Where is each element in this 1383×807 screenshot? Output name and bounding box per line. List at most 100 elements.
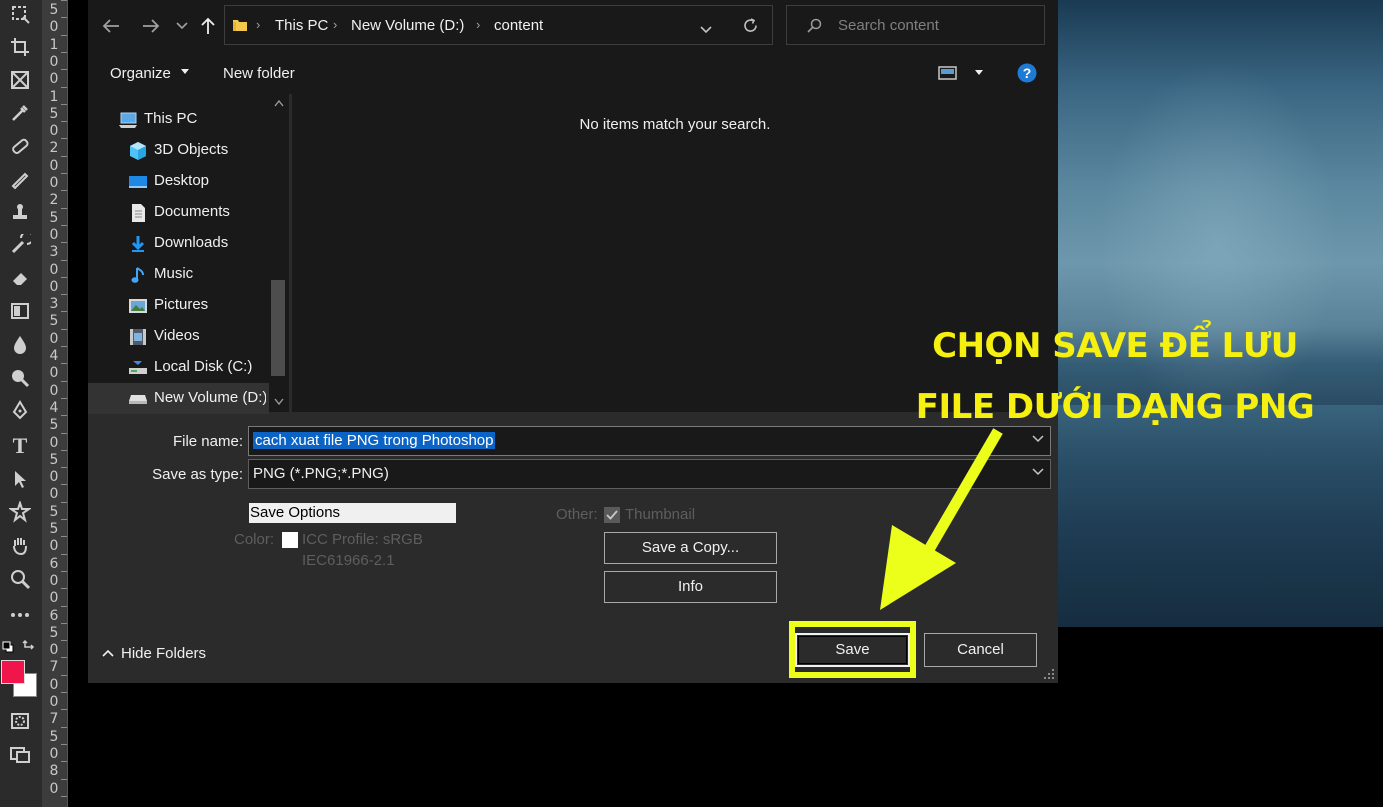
drive-icon xyxy=(128,389,148,409)
blur-tool-icon[interactable] xyxy=(5,330,35,358)
breadcrumb-separator: › xyxy=(256,17,261,32)
nav-item-videos[interactable]: Videos xyxy=(88,321,269,352)
nav-item-desktop[interactable]: Desktop xyxy=(88,166,269,197)
nav-item-downloads[interactable]: Downloads xyxy=(88,228,269,259)
hide-folders-button[interactable]: Hide Folders xyxy=(102,645,206,662)
foreground-color-swatch[interactable] xyxy=(1,660,25,684)
icc-profile-checkbox[interactable] xyxy=(282,532,298,548)
chevron-down-icon[interactable] xyxy=(1031,465,1045,479)
nav-item-documents[interactable]: Documents xyxy=(88,197,269,228)
ruler-digit: 0 xyxy=(49,694,59,710)
info-button[interactable]: Info xyxy=(604,571,777,603)
address-dropdown-icon[interactable] xyxy=(700,21,712,39)
default-colors-icon[interactable] xyxy=(2,640,14,653)
scroll-up-icon[interactable] xyxy=(274,100,284,107)
organize-button[interactable]: Organize xyxy=(110,65,190,82)
ruler-digit: 5 xyxy=(49,2,59,18)
brush-tool-icon[interactable] xyxy=(5,165,35,193)
ruler-digit: 0 xyxy=(49,71,59,88)
ruler-digit: 0 xyxy=(49,745,59,762)
quick-mask-icon[interactable] xyxy=(5,707,35,735)
refresh-icon[interactable] xyxy=(742,17,759,39)
ruler-tick xyxy=(61,103,67,105)
ruler-digit: 0 xyxy=(49,19,59,36)
eyedropper-tool-icon[interactable] xyxy=(5,99,35,127)
breadcrumb-this-pc[interactable]: This PC xyxy=(275,17,328,34)
nav-item-music[interactable]: Music xyxy=(88,259,269,290)
gradient-tool-icon[interactable] xyxy=(5,297,35,325)
ruler-digit: 0 xyxy=(49,157,59,174)
view-options-button[interactable] xyxy=(938,66,984,85)
desktop-icon xyxy=(128,172,148,192)
ruler-digit: 7 xyxy=(49,659,59,676)
nav-item-local-disk[interactable]: Local Disk (C:) xyxy=(88,352,269,383)
nav-item-new-volume[interactable]: New Volume (D:) xyxy=(88,383,269,414)
back-button[interactable] xyxy=(100,12,122,40)
path-selection-tool-icon[interactable] xyxy=(5,465,35,493)
address-bar[interactable]: › This PC › New Volume (D:) › content xyxy=(224,5,773,45)
nav-item-pictures[interactable]: Pictures xyxy=(88,290,269,321)
custom-shape-tool-icon[interactable] xyxy=(5,498,35,526)
breadcrumb-new-volume[interactable]: New Volume (D:) xyxy=(351,17,464,34)
ruler-digit: 0 xyxy=(49,261,59,278)
nav-item-this-pc[interactable]: This PC xyxy=(88,104,269,135)
organize-label: Organize xyxy=(110,65,171,82)
ruler-digit: 0 xyxy=(49,175,59,191)
screen-mode-icon[interactable] xyxy=(5,740,35,768)
sea-area xyxy=(1058,405,1383,627)
address-toolbar: › This PC › New Volume (D:) › content Se… xyxy=(88,0,1058,52)
ruler-tick xyxy=(61,536,67,538)
forward-button[interactable] xyxy=(140,12,162,40)
healing-brush-tool-icon[interactable] xyxy=(5,132,35,160)
hide-folders-label: Hide Folders xyxy=(121,645,207,662)
ruler-digit: 0 xyxy=(49,53,59,70)
ruler-tick xyxy=(61,207,67,209)
ruler-digit: 5 xyxy=(49,209,59,226)
hand-tool-icon[interactable] xyxy=(5,531,35,559)
history-brush-tool-icon[interactable] xyxy=(5,231,35,259)
new-folder-button[interactable]: New folder xyxy=(223,65,295,82)
ruler-tick xyxy=(61,553,67,555)
up-button[interactable] xyxy=(198,12,218,40)
ruler-digit: 3 xyxy=(49,244,59,261)
ruler-digit: 5 xyxy=(49,521,59,537)
help-icon[interactable]: ? xyxy=(1017,63,1037,88)
chevron-down-icon xyxy=(176,22,188,30)
caret-down-icon xyxy=(975,70,984,75)
arrow-left-icon xyxy=(102,19,119,33)
zoom-tool-icon[interactable] xyxy=(5,565,35,593)
thumbnail-checkbox[interactable] xyxy=(604,507,620,523)
cancel-button[interactable]: Cancel xyxy=(924,633,1037,667)
ruler-tick xyxy=(61,380,67,382)
crop-tool-icon[interactable] xyxy=(5,33,35,61)
file-name-selection: cach xuat file PNG trong Photoshop xyxy=(253,432,496,449)
save-a-copy-button[interactable]: Save a Copy... xyxy=(604,532,777,564)
dodge-tool-icon[interactable] xyxy=(5,363,35,391)
eraser-tool-icon[interactable] xyxy=(5,264,35,292)
scroll-down-icon[interactable] xyxy=(274,398,284,405)
more-tools-icon[interactable] xyxy=(5,601,35,629)
artboard-tool-icon[interactable] xyxy=(5,0,35,28)
nav-item-label: Music xyxy=(154,265,194,282)
frame-tool-icon[interactable] xyxy=(5,66,35,94)
type-tool-icon[interactable]: T xyxy=(5,432,35,460)
ruler-digit: 0 xyxy=(49,278,59,295)
ruler-tick xyxy=(61,259,67,261)
ruler-digit: 5 xyxy=(49,728,59,745)
swap-colors-icon[interactable] xyxy=(22,639,36,653)
recent-locations-button[interactable] xyxy=(174,12,190,40)
pen-tool-icon[interactable] xyxy=(5,396,35,424)
search-box[interactable]: Search content xyxy=(786,5,1045,45)
nav-item-3d-objects[interactable]: 3D Objects xyxy=(88,135,269,166)
breadcrumb-content[interactable]: content xyxy=(494,17,543,34)
ruler-digit: 3 xyxy=(49,296,59,313)
save-options-heading: Save Options xyxy=(249,503,456,523)
clone-stamp-tool-icon[interactable] xyxy=(5,198,35,226)
ruler-tick xyxy=(61,761,67,763)
ruler-digit: 0 xyxy=(49,486,59,503)
nav-item-label: This PC xyxy=(144,110,198,127)
ruler-tick xyxy=(61,622,67,624)
nav-scrollbar-thumb[interactable] xyxy=(271,280,285,376)
resize-grip-icon[interactable] xyxy=(1043,668,1055,680)
ruler-digit: 7 xyxy=(49,711,59,728)
